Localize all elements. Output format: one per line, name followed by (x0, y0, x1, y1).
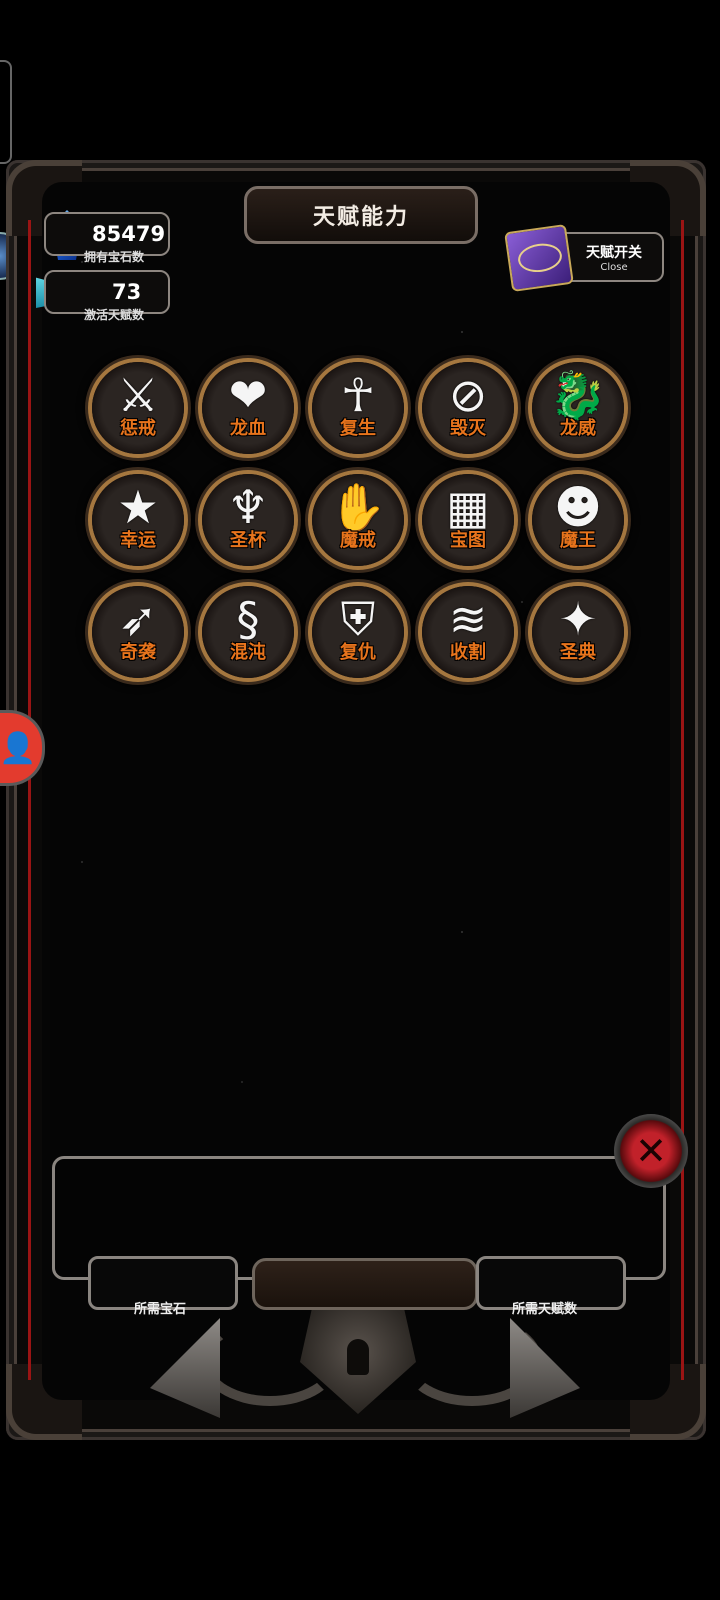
required-talents-label: 所需天赋数 (512, 1302, 578, 1317)
ankh-icon: ☥ (340, 368, 376, 422)
talent-7[interactable]: ♆ 圣杯 (202, 474, 294, 566)
talent-label: 圣杯 (230, 530, 266, 551)
talent-label: 惩戒 (120, 418, 156, 439)
talent-label: 复生 (340, 418, 376, 439)
left-edge-tab[interactable] (0, 60, 12, 164)
gem-count: 85479 (92, 222, 166, 246)
talent-label: 龙威 (560, 418, 596, 439)
star-icon: ★ (117, 480, 159, 534)
talent-label: 复仇 (340, 642, 376, 663)
talent-15[interactable]: ✦ 圣典 (532, 586, 624, 678)
talent-label: 龙血 (230, 418, 266, 439)
talent-11[interactable]: ➶ 奇袭 (92, 586, 184, 678)
talent-label: 幸运 (120, 530, 156, 551)
required-gems-label: 所需宝石 (134, 1302, 187, 1317)
spear-strike-icon: ➶ (118, 592, 158, 646)
close-button[interactable]: ✕ (614, 1114, 688, 1188)
winged-sword-icon: ⚔ (117, 368, 159, 422)
talent-count: 73 (112, 280, 142, 304)
close-icon: ✕ (635, 1129, 667, 1173)
talent-label: 魔王 (560, 530, 596, 551)
hand-icon: ✋ (329, 480, 387, 534)
talent-3[interactable]: ☥ 复生 (312, 362, 404, 454)
magic-book-icon[interactable] (504, 223, 574, 293)
chaos-serpent-icon: § (236, 592, 260, 646)
person-icon: 👤 (0, 730, 37, 766)
talent-label: 混沌 (230, 642, 266, 663)
treasure-map-icon: ▦ (446, 480, 490, 534)
talent-label: 圣典 (560, 642, 596, 663)
talent-label: 奇袭 (120, 642, 156, 663)
page-title: 天赋能力 (244, 186, 478, 244)
gem-count-label: 拥有宝石数 (84, 250, 145, 264)
talent-9[interactable]: ▦ 宝图 (422, 474, 514, 566)
talent-4[interactable]: ⊘ 毁灭 (422, 362, 514, 454)
talent-count-label: 激活天赋数 (84, 308, 145, 322)
talent-toggle-label: 天赋开关 (586, 244, 642, 261)
talent-12[interactable]: § 混沌 (202, 586, 294, 678)
frame-red-trim (28, 220, 31, 1380)
talent-label: 魔戒 (340, 530, 376, 551)
talent-label: 收割 (450, 642, 486, 663)
holy-book-icon: ✦ (558, 592, 598, 646)
talent-2[interactable]: ❤ 龙血 (202, 362, 294, 454)
shield-icon: ⛨ (340, 592, 376, 646)
dragon-heart-icon: ❤ (228, 368, 268, 422)
talent-13[interactable]: ⛨ 复仇 (312, 586, 404, 678)
dragon-head-icon: 🐉 (549, 368, 607, 422)
talent-10[interactable]: ☻ 魔王 (532, 474, 624, 566)
slash-ring-icon: ⊘ (448, 368, 488, 422)
talent-5[interactable]: 🐉 龙威 (532, 362, 624, 454)
talent-8[interactable]: ✋ 魔戒 (312, 474, 404, 566)
frame-red-trim (681, 220, 684, 1380)
fanged-mouth-icon: ☻ (554, 480, 602, 534)
talent-label: 宝图 (450, 530, 486, 551)
talent-6[interactable]: ★ 幸运 (92, 474, 184, 566)
activate-button[interactable] (252, 1258, 478, 1310)
talent-14[interactable]: ≋ 收割 (422, 586, 514, 678)
keyhole-icon (347, 1339, 369, 1375)
chalice-icon: ♆ (227, 480, 269, 534)
talent-1[interactable]: ⚔ 惩戒 (92, 362, 184, 454)
talent-toggle-state: Close (600, 261, 628, 273)
talent-label: 毁灭 (450, 418, 486, 439)
claw-slash-icon: ≋ (448, 592, 488, 646)
